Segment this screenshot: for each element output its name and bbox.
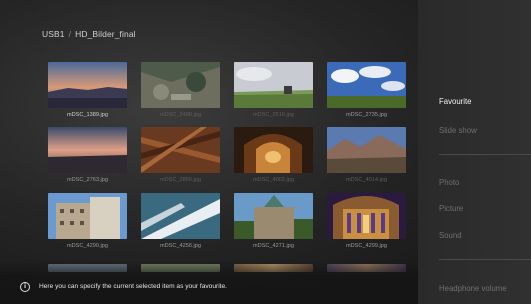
- thumbnail-caption: mDSC_4271.jpg: [252, 243, 295, 249]
- thumbnail-image: [327, 127, 406, 173]
- menu-item-slide-show[interactable]: Slide show: [439, 126, 477, 135]
- breadcrumb: USB1/HD_Bilder_final: [42, 29, 136, 39]
- thumbnail-caption: mDSC_2763.jpg: [66, 177, 109, 183]
- thumbnail-caption: mDSC_2516.jpg: [252, 112, 295, 118]
- thumbnail-caption: mDSC_4002.jpg: [252, 177, 295, 183]
- menu-item-headphone-volume[interactable]: Headphone volume: [439, 284, 507, 293]
- thumbnail-image: [327, 193, 406, 239]
- thumbnail-tile[interactable]: mDSC_4290.jpg: [48, 193, 127, 249]
- thumbnail-tile[interactable]: mDSC_4299.jpg: [327, 193, 406, 249]
- thumbnail-tile[interactable]: mDSC_2866.jpg: [141, 127, 220, 183]
- breadcrumb-source[interactable]: USB1: [42, 29, 65, 39]
- thumbnail-tile[interactable]: mDSC_2763.jpg: [48, 127, 127, 183]
- thumbnail-caption: mDSC_4256.jpg: [159, 243, 202, 249]
- thumbnail-tile[interactable]: mDSC_2516.jpg: [234, 62, 313, 118]
- breadcrumb-separator: /: [68, 29, 72, 39]
- info-message: Here you can specify the current selecte…: [39, 283, 228, 290]
- menu-item-picture[interactable]: Picture: [439, 204, 463, 213]
- thumbnail-tile[interactable]: mDSC_4002.jpg: [234, 127, 313, 183]
- thumbnail-image: [234, 62, 313, 108]
- thumbnail-image: [141, 62, 220, 108]
- thumbnail-image: [48, 193, 127, 239]
- thumbnail-tile[interactable]: mDSC_4014.jpg: [327, 127, 406, 183]
- menu-item-photo[interactable]: Photo: [439, 178, 459, 187]
- info-icon: i: [20, 282, 30, 292]
- thumbnail-image: [327, 62, 406, 108]
- thumbnail-image: [234, 127, 313, 173]
- thumbnail-caption: mDSC_4290.jpg: [66, 243, 109, 249]
- thumbnail-caption: mDSC_2735.jpg: [345, 112, 388, 118]
- menu-divider: [439, 259, 531, 260]
- thumbnail-tile[interactable]: mDSC_4271.jpg: [234, 193, 313, 249]
- menu-item-favourite[interactable]: Favourite: [439, 97, 472, 106]
- thumbnail-caption: mDSC_2488.jpg: [159, 112, 202, 118]
- thumbnail-caption: mDSC_2866.jpg: [159, 177, 202, 183]
- menu-item-sound[interactable]: Sound: [439, 231, 462, 240]
- thumbnail-tile[interactable]: mDSC_1389.jpg: [48, 62, 127, 118]
- photo-browser-screen: USB1/HD_Bilder_final mDSC_1389.jpg mDSC_…: [0, 0, 531, 304]
- thumbnail-image: [141, 193, 220, 239]
- breadcrumb-folder[interactable]: HD_Bilder_final: [75, 29, 136, 39]
- thumbnail-caption: mDSC_4299.jpg: [345, 243, 388, 249]
- thumbnail-image: [141, 127, 220, 173]
- thumbnail-tile[interactable]: mDSC_2488.jpg: [141, 62, 220, 118]
- thumbnail-caption: mDSC_4014.jpg: [345, 177, 388, 183]
- menu-divider: [439, 154, 531, 155]
- thumbnail-caption: mDSC_1389.jpg: [66, 112, 109, 118]
- bottom-fade: [0, 260, 418, 304]
- thumbnail-tile[interactable]: mDSC_4256.jpg: [141, 193, 220, 249]
- thumbnail-image: [234, 193, 313, 239]
- thumbnail-image: [48, 127, 127, 173]
- side-menu-panel: Favourite Slide show Photo Picture Sound…: [418, 0, 531, 304]
- thumbnail-tile[interactable]: mDSC_2735.jpg: [327, 62, 406, 118]
- thumbnail-image: [48, 62, 127, 108]
